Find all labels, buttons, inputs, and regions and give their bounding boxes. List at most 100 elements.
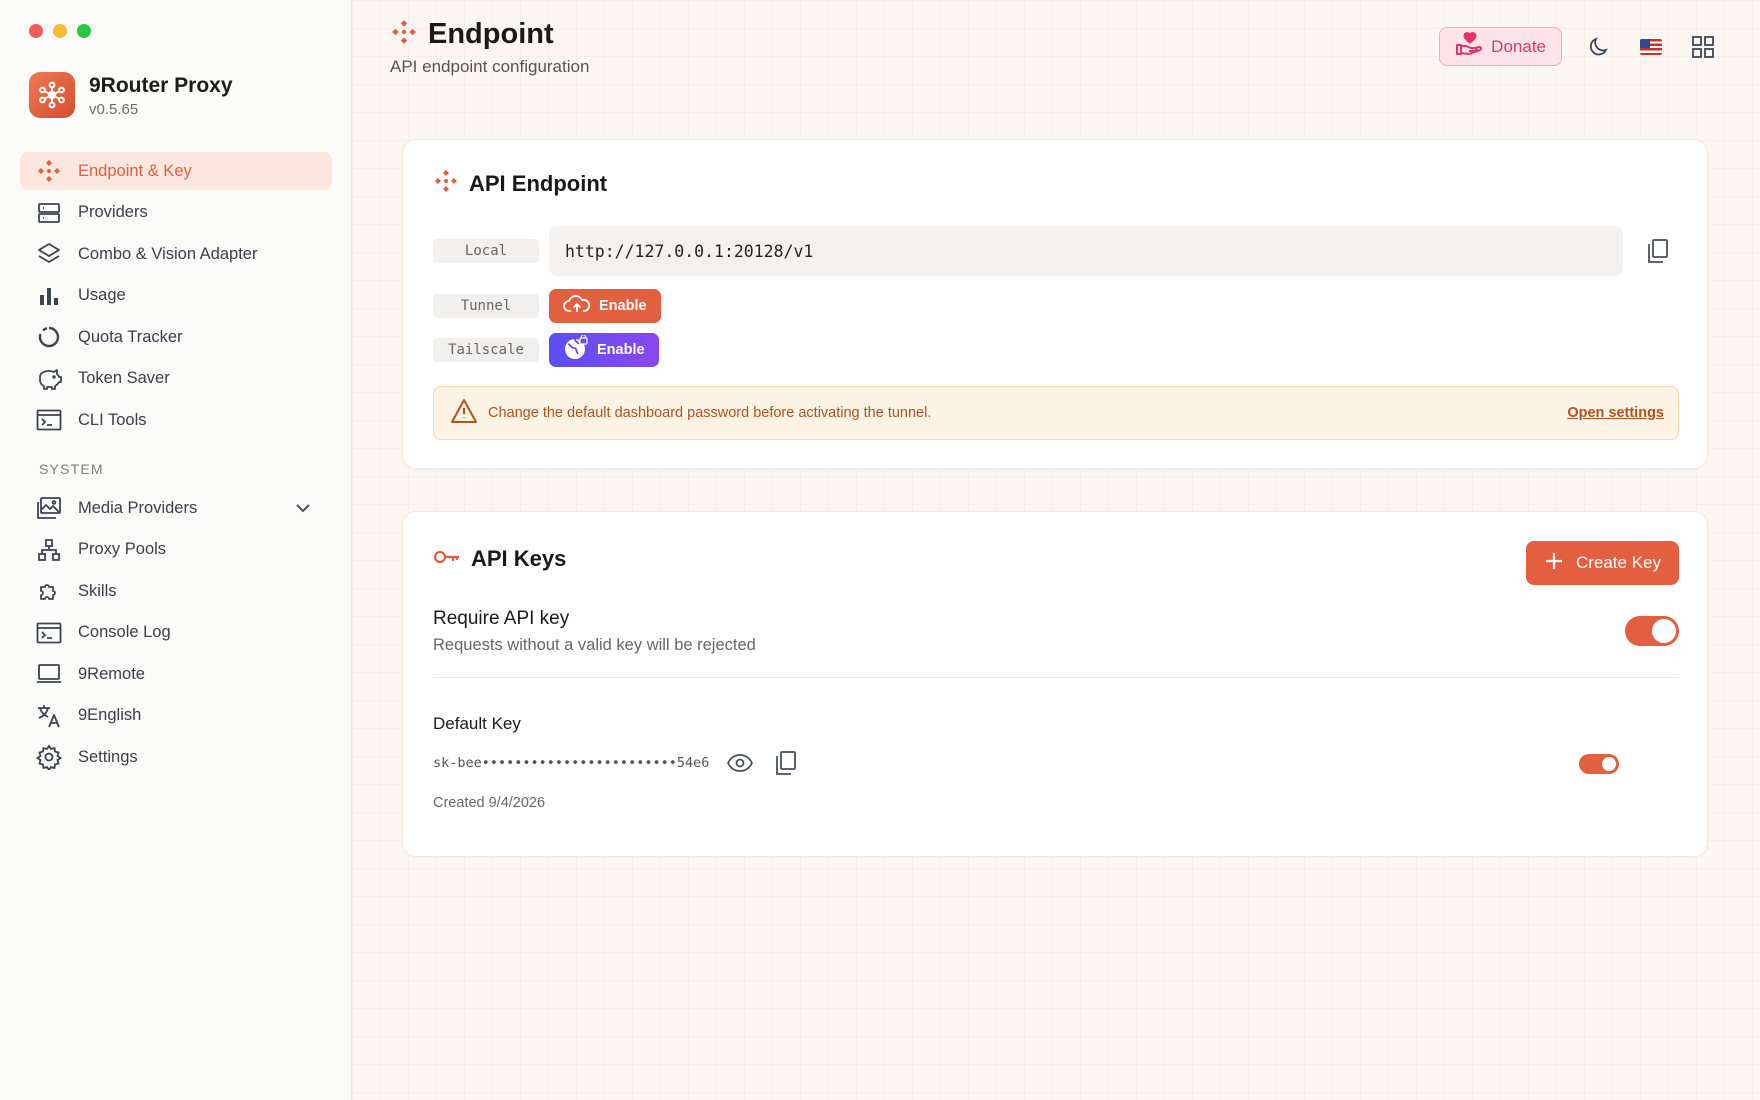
- card-title: API Keys: [471, 546, 567, 571]
- local-url-field[interactable]: http://127.0.0.1:20128/v1: [549, 226, 1623, 276]
- sidebar-item-label: CLI Tools: [78, 410, 147, 429]
- window-maximize-button[interactable]: [77, 24, 91, 38]
- local-row: Local http://127.0.0.1:20128/v1: [433, 226, 1673, 276]
- card-title: API Endpoint: [469, 170, 608, 196]
- chevron-down-icon[interactable]: [294, 499, 312, 517]
- window-controls: [29, 24, 91, 38]
- sidebar-item-cli-tools[interactable]: CLI Tools: [20, 401, 332, 439]
- app-logo-icon: [29, 72, 75, 118]
- sidebar-item-endpoint-key[interactable]: Endpoint & Key: [20, 152, 332, 190]
- sidebar-nav: Endpoint & Key Providers Combo & Vision …: [20, 152, 332, 780]
- terminal-icon: [34, 405, 64, 435]
- tunnel-row: Tunnel Enable: [433, 289, 661, 323]
- sidebar-item-media-providers[interactable]: Media Providers: [20, 489, 332, 527]
- tailscale-enable-button[interactable]: Enable: [549, 333, 659, 367]
- sidebar: 9Router Proxy v0.5.65 Endpoint & Key Pro…: [0, 0, 352, 1100]
- cloud-upload-icon: [563, 294, 591, 318]
- donate-button[interactable]: Donate: [1439, 27, 1562, 66]
- key-name: Default Key: [433, 714, 521, 733]
- sidebar-item-label: Quota Tracker: [78, 327, 183, 346]
- warning-text: Change the default dashboard password be…: [488, 405, 932, 421]
- copy-icon[interactable]: [1643, 236, 1673, 266]
- server-icon: [34, 198, 64, 228]
- sidebar-item-label: 9Remote: [78, 664, 145, 683]
- sidebar-item-skills[interactable]: Skills: [20, 572, 332, 610]
- require-api-key-description: Requests without a valid key will be rej…: [433, 636, 756, 654]
- sidebar-item-token-saver[interactable]: Token Saver: [20, 360, 332, 398]
- sidebar-item-label: Media Providers: [78, 498, 198, 517]
- window-close-button[interactable]: [29, 24, 43, 38]
- sidebar-item-label: Skills: [78, 581, 117, 600]
- copy-icon[interactable]: [771, 748, 801, 778]
- layers-icon: [34, 239, 64, 269]
- tailscale-tag: Tailscale: [433, 338, 539, 362]
- language-flag-icon[interactable]: [1636, 32, 1666, 62]
- api-keys-card: API Keys Create Key Require API key Requ…: [402, 511, 1708, 857]
- divider: [433, 677, 1679, 678]
- key-created-date: Created 9/4/2026: [433, 795, 546, 811]
- page-title: Endpoint: [428, 18, 554, 50]
- require-api-key-toggle[interactable]: [1625, 616, 1679, 646]
- tailscale-row: Tailscale Enable: [433, 333, 659, 367]
- gear-icon: [34, 742, 64, 772]
- sidebar-item-label: Usage: [78, 286, 126, 304]
- endpoint-icon: [34, 156, 64, 186]
- eye-icon[interactable]: [725, 748, 755, 778]
- tunnel-tag: Tunnel: [433, 294, 539, 318]
- media-icon: [34, 493, 64, 523]
- api-endpoint-card: API Endpoint Local http://127.0.0.1:2012…: [402, 139, 1708, 469]
- donate-label: Donate: [1491, 36, 1546, 56]
- sidebar-item-label: 9English: [78, 706, 142, 724]
- sidebar-item-label: Console Log: [78, 623, 171, 641]
- require-api-key-title: Require API key: [433, 608, 570, 629]
- sidebar-item-settings[interactable]: Settings: [20, 738, 332, 776]
- globe-lock-icon: [563, 334, 589, 365]
- sidebar-item-console-log[interactable]: Console Log: [20, 614, 332, 652]
- sidebar-item-combo-vision[interactable]: Combo & Vision Adapter: [20, 235, 332, 273]
- tunnel-warning-banner: Change the default dashboard password be…: [433, 386, 1679, 440]
- sidebar-item-label: Providers: [78, 203, 148, 221]
- sidebar-item-label: Token Saver: [78, 369, 170, 387]
- main-content: Endpoint API endpoint configuration Dona…: [352, 0, 1760, 1100]
- grid-apps-icon[interactable]: [1688, 32, 1718, 62]
- piggy-bank-icon: [34, 364, 64, 394]
- tunnel-enable-button[interactable]: Enable: [549, 289, 661, 323]
- app-name: 9Router Proxy: [89, 73, 233, 97]
- moon-icon[interactable]: [1584, 32, 1614, 62]
- sidebar-item-usage[interactable]: Usage: [20, 277, 332, 315]
- open-settings-link[interactable]: Open settings: [1567, 405, 1664, 421]
- network-icon: [34, 535, 64, 565]
- key-value-row: sk-bee••••••••••••••••••••••••54e6: [433, 748, 801, 778]
- translate-icon: [34, 701, 64, 731]
- create-key-label: Create Key: [1575, 553, 1661, 572]
- default-key-toggle[interactable]: [1579, 754, 1619, 774]
- sidebar-item-proxy-pools[interactable]: Proxy Pools: [20, 531, 332, 569]
- puzzle-icon: [34, 576, 64, 606]
- tunnel-enable-label: Enable: [599, 298, 647, 314]
- sidebar-item-quota-tracker[interactable]: Quota Tracker: [20, 318, 332, 356]
- sidebar-item-label: Proxy Pools: [78, 540, 167, 558]
- warning-icon: [450, 398, 478, 429]
- sidebar-item-label: Combo & Vision Adapter: [78, 244, 258, 263]
- sidebar-item-9english[interactable]: 9English: [20, 697, 332, 735]
- sidebar-item-label: Endpoint & Key: [78, 161, 192, 180]
- page-subtitle: API endpoint configuration: [390, 57, 590, 76]
- window-minimize-button[interactable]: [53, 24, 67, 38]
- console-icon: [34, 618, 64, 648]
- sidebar-section-system: SYSTEM: [39, 461, 104, 477]
- circle-progress-icon: [34, 322, 64, 352]
- key-icon: [433, 547, 461, 572]
- heart-hand-icon: [1455, 31, 1483, 62]
- sidebar-item-9remote[interactable]: 9Remote: [20, 655, 332, 693]
- endpoint-icon: [390, 18, 418, 51]
- sidebar-item-providers[interactable]: Providers: [20, 194, 332, 232]
- masked-key-value: sk-bee••••••••••••••••••••••••54e6: [433, 755, 710, 771]
- card-header: API Endpoint: [433, 168, 607, 199]
- create-key-button[interactable]: Create Key: [1525, 541, 1679, 585]
- plus-icon: [1544, 551, 1564, 576]
- local-tag: Local: [433, 239, 539, 263]
- brand: 9Router Proxy v0.5.65: [29, 72, 233, 118]
- endpoint-icon: [433, 168, 459, 199]
- tailscale-enable-label: Enable: [597, 342, 645, 358]
- laptop-icon: [34, 659, 64, 689]
